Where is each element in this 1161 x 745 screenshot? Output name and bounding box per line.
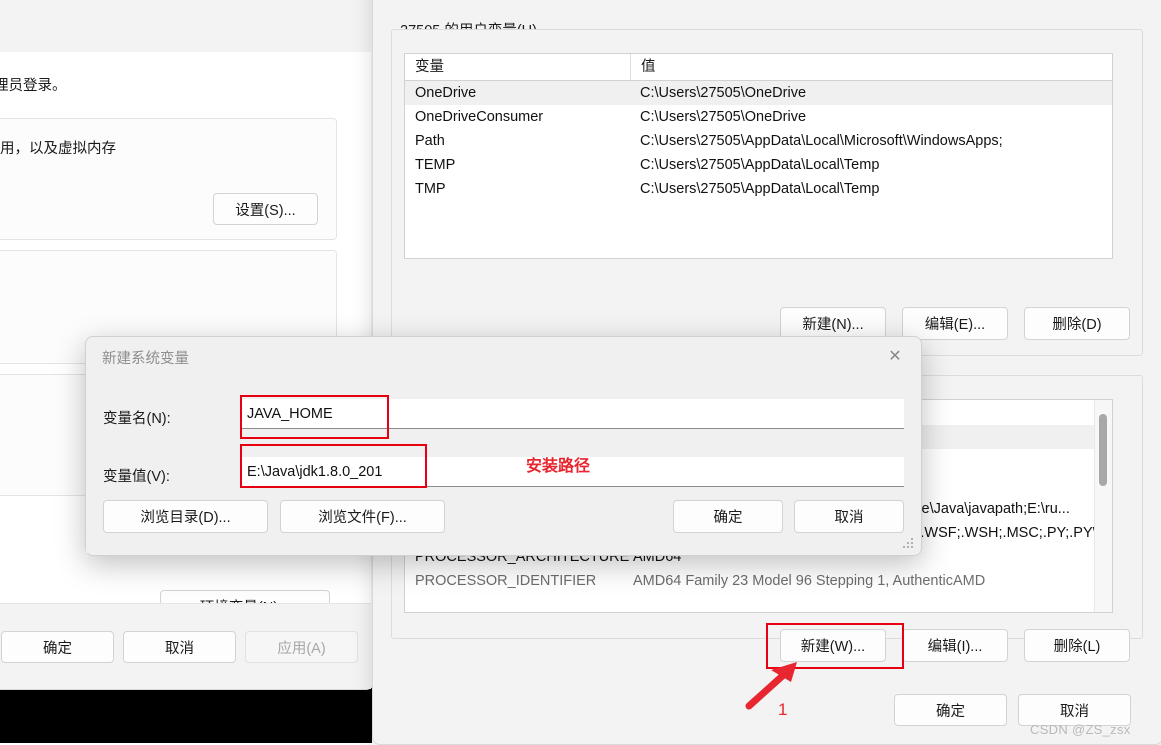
performance-group: 存使用，以及虚拟内存 设置(S)... — [0, 118, 337, 240]
system-properties-footer: 确定 取消 应用(A) — [0, 603, 371, 689]
browse-directory-button[interactable]: 浏览目录(D)... — [103, 500, 268, 533]
system-new-button[interactable]: 新建(W)... — [780, 629, 886, 662]
variable-name: TEMP — [415, 157, 456, 173]
user-delete-button[interactable]: 删除(D) — [1024, 307, 1130, 340]
taskbar-black-strip — [0, 688, 372, 743]
system-properties-tabs: 保护 远程 — [0, 19, 371, 53]
column-header-variable[interactable]: 变量 — [405, 54, 630, 80]
system-variables-action-buttons: 新建(W)... 编辑(I)... 删除(L) — [373, 629, 1160, 662]
close-icon[interactable]: ✕ — [325, 0, 369, 3]
variable-value: acle\Java\javapath;E:\ru... — [903, 501, 1070, 517]
close-icon[interactable]: ✕ — [875, 341, 915, 371]
install-path-annotation: 安装路径 — [526, 458, 591, 475]
table-row[interactable]: TMP C:\Users\27505\AppData\Local\Temp — [405, 177, 1112, 201]
table-row[interactable]: Path C:\Users\27505\AppData\Local\Micros… — [405, 129, 1112, 153]
performance-description: 存使用，以及虚拟内存 — [0, 141, 116, 157]
new-variable-title: 新建系统变量 — [102, 351, 189, 367]
browse-file-button[interactable]: 浏览文件(F)... — [280, 500, 445, 533]
table-row[interactable]: OneDrive C:\Users\27505\OneDrive — [405, 81, 1112, 105]
watermark-text: CSDN @ZS_zsx — [1030, 722, 1131, 737]
system-delete-button[interactable]: 删除(L) — [1024, 629, 1130, 662]
variable-name-input[interactable] — [241, 399, 904, 429]
table-row[interactable]: PROCESSOR_IDENTIFIER AMD64 Family 23 Mod… — [405, 569, 1112, 593]
new-variable-titlebar: 新建系统变量 ✕ — [86, 337, 919, 375]
variable-name: TMP — [415, 181, 446, 197]
user-variables-table-header: 变量 值 — [405, 54, 1112, 81]
arrow-up-right-icon — [745, 662, 797, 710]
variable-name: OneDriveConsumer — [415, 109, 544, 125]
admin-note-text: 为管理员登录。 — [0, 78, 67, 94]
system-properties-apply-button[interactable]: 应用(A) — [245, 631, 358, 663]
variable-value: C:\Users\27505\AppData\Local\Microsoft\W… — [640, 133, 1003, 149]
variable-value: C:\Users\27505\OneDrive — [640, 85, 807, 101]
environment-variables-ok-button[interactable]: 确定 — [894, 694, 1007, 726]
system-edit-button[interactable]: 编辑(I)... — [902, 629, 1008, 662]
system-properties-titlebar: ✕ — [0, 0, 371, 5]
environment-variables-titlebar: 环境变量 ✕ — [373, 0, 1160, 3]
variable-value: C:\Users\27505\AppData\Local\Temp — [640, 181, 880, 197]
system-properties-ok-button[interactable]: 确定 — [1, 631, 114, 663]
new-variable-cancel-button[interactable]: 取消 — [794, 500, 904, 533]
variable-name: PROCESSOR_IDENTIFIER — [415, 573, 597, 589]
variable-value: AMD64 Family 23 Model 96 Stepping 1, Aut… — [633, 573, 986, 589]
system-properties-cancel-button[interactable]: 取消 — [123, 631, 236, 663]
table-row[interactable]: OneDriveConsumer C:\Users\27505\OneDrive — [405, 105, 1112, 129]
variable-value-label: 变量值(V): — [103, 469, 170, 485]
performance-settings-button[interactable]: 设置(S)... — [213, 193, 318, 225]
close-icon[interactable]: ✕ — [1114, 0, 1158, 1]
variable-name: Path — [415, 133, 445, 149]
variable-name-label: 变量名(N): — [103, 411, 171, 427]
new-system-variable-dialog: 新建系统变量 ✕ 变量名(N): 变量值(V): 安装路径 浏览目录(D)...… — [85, 336, 922, 556]
user-variables-table[interactable]: 变量 值 OneDrive C:\Users\27505\OneDrive On… — [404, 53, 1113, 259]
new-variable-body: 变量名(N): 变量值(V): 安装路径 浏览目录(D)... 浏览文件(F).… — [86, 375, 919, 553]
system-variables-scrollbar[interactable] — [1094, 400, 1112, 612]
variable-name: OneDrive — [415, 85, 477, 101]
variable-value: C:\Users\27505\OneDrive — [640, 109, 807, 125]
scrollbar-thumb[interactable] — [1099, 414, 1107, 486]
user-edit-button[interactable]: 编辑(E)... — [902, 307, 1008, 340]
table-row[interactable]: TEMP C:\Users\27505\AppData\Local\Temp — [405, 153, 1112, 177]
column-header-value[interactable]: 值 — [630, 54, 1112, 80]
resize-grip-icon[interactable] — [903, 538, 914, 549]
variable-value: C:\Users\27505\AppData\Local\Temp — [640, 157, 880, 173]
step-number-1: 1 — [778, 700, 788, 719]
new-variable-ok-button[interactable]: 确定 — [673, 500, 783, 533]
